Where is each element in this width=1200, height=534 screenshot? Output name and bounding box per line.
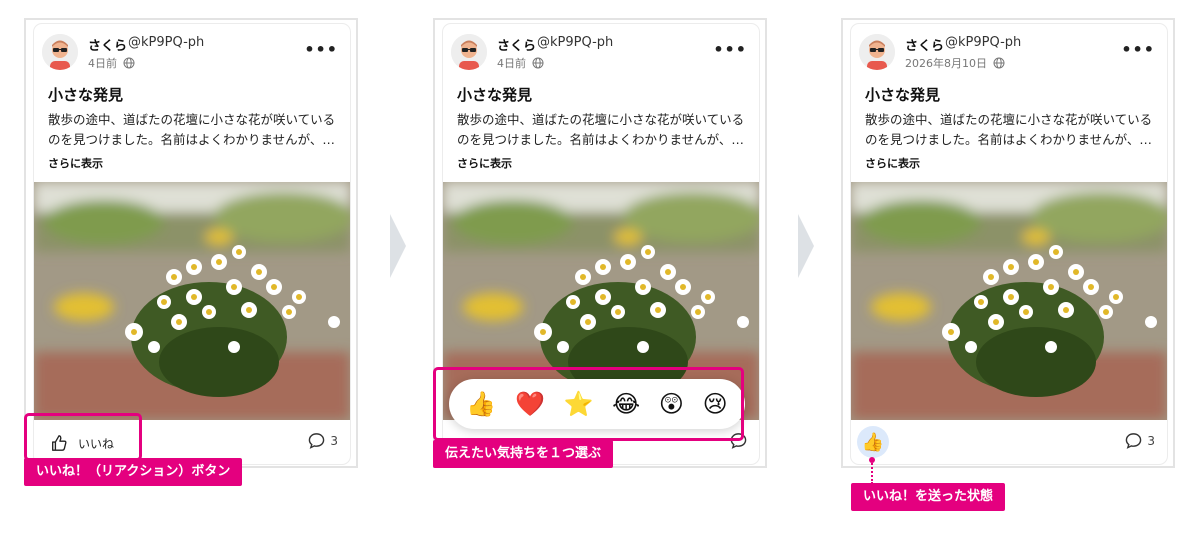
post-body: 散歩の途中、道ばたの花壇に小さな花が咲いているのを見つけました。名前はよくわかり… — [865, 112, 1153, 147]
globe-icon — [123, 57, 135, 69]
avatar[interactable] — [451, 34, 487, 70]
post-body: 散歩の途中、道ばたの花壇に小さな花が咲いているのを見つけました。名前はよくわかり… — [48, 112, 336, 147]
chevron-right-icon — [390, 214, 406, 278]
user-name[interactable]: さくら — [905, 35, 944, 54]
user-name[interactable]: さくら — [497, 35, 536, 54]
avatar[interactable] — [42, 34, 78, 70]
comment-icon — [308, 432, 325, 449]
post-meta: 4日前 — [88, 55, 135, 71]
chevron-right-icon — [798, 214, 814, 278]
more-icon[interactable]: ••• — [713, 40, 747, 59]
post-time: 2026年8月10日 — [905, 57, 987, 70]
globe-icon — [532, 57, 544, 69]
comment-button[interactable]: 3 — [308, 432, 338, 449]
post-photo[interactable] — [34, 182, 350, 420]
post-body: 散歩の途中、道ばたの花壇に小さな花が咲いているのを見つけました。名前はよくわかり… — [457, 112, 745, 147]
post-photo[interactable] — [851, 182, 1167, 420]
post-header: さくら @kP9PQ-ph 2026年8月10日 ••• — [851, 24, 1167, 76]
comment-button[interactable]: 3 — [1125, 432, 1155, 449]
liked-reaction-badge[interactable]: 👍 — [857, 426, 889, 458]
post-actions: 3 — [851, 422, 1167, 464]
post-title: 小さな発見 — [865, 86, 941, 104]
user-name[interactable]: さくら — [88, 35, 127, 54]
step-panel-1: さくら @kP9PQ-ph 4日前 ••• 小さな発見 散歩の途中、道ばたの花壇… — [24, 18, 358, 468]
post-header: さくら @kP9PQ-ph 4日前 ••• — [34, 24, 350, 76]
comment-count: 3 — [330, 433, 338, 448]
more-icon[interactable]: ••• — [304, 40, 338, 59]
user-handle: @kP9PQ-ph — [537, 35, 614, 50]
callout-choose-reaction: 伝えたい気持ちを１つ選ぶ — [433, 440, 614, 468]
see-more-link[interactable]: さらに表示 — [457, 155, 512, 171]
more-icon[interactable]: ••• — [1121, 40, 1155, 59]
see-more-link[interactable]: さらに表示 — [48, 155, 103, 171]
post-card: さくら @kP9PQ-ph 2026年8月10日 ••• 小さな発見 散歩の途中… — [851, 24, 1167, 464]
post-meta: 4日前 — [497, 55, 544, 71]
post-title: 小さな発見 — [48, 86, 124, 104]
post-header: さくら @kP9PQ-ph 4日前 ••• — [443, 24, 759, 76]
callout-like-button: いいね！（リアクション）ボタン — [24, 458, 243, 486]
callout-pointer-line — [871, 460, 873, 484]
user-handle: @kP9PQ-ph — [128, 35, 205, 50]
comment-count: 3 — [1147, 433, 1155, 448]
like-button-highlight — [24, 413, 142, 461]
post-time: 4日前 — [497, 57, 526, 70]
step-panel-3: さくら @kP9PQ-ph 2026年8月10日 ••• 小さな発見 散歩の途中… — [841, 18, 1175, 468]
avatar[interactable] — [859, 34, 895, 70]
user-handle: @kP9PQ-ph — [945, 35, 1022, 50]
reaction-picker-highlight — [433, 367, 744, 441]
post-time: 4日前 — [88, 57, 117, 70]
post-card: さくら @kP9PQ-ph 4日前 ••• 小さな発見 散歩の途中、道ばたの花壇… — [34, 24, 350, 464]
see-more-link[interactable]: さらに表示 — [865, 155, 920, 171]
post-title: 小さな発見 — [457, 86, 533, 104]
post-meta: 2026年8月10日 — [905, 55, 1005, 71]
comment-icon — [1125, 432, 1142, 449]
globe-icon — [993, 57, 1005, 69]
callout-liked-state: いいね！を送った状態 — [851, 483, 1006, 511]
